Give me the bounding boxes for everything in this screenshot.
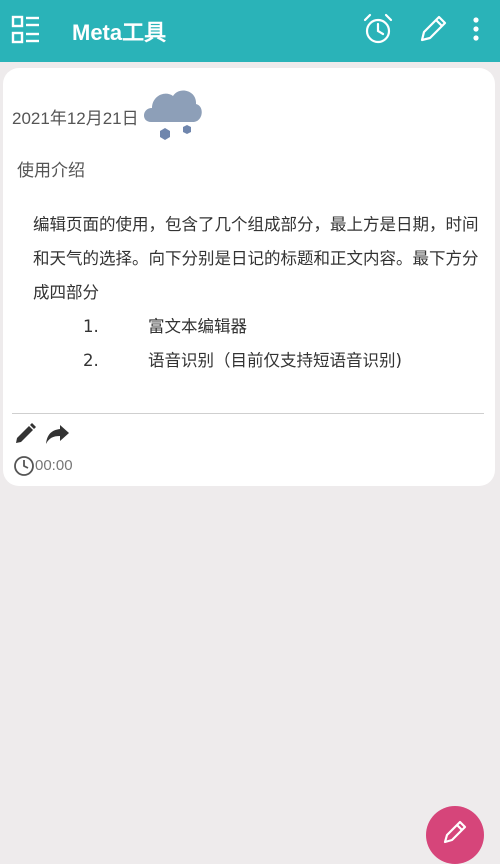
pencil-icon — [443, 820, 467, 844]
share-arrow-icon — [46, 425, 69, 444]
diary-title: 使用介绍 — [17, 161, 85, 181]
list-item: 1. 富文本编辑器 — [33, 310, 483, 344]
alarm-clock-icon — [363, 13, 393, 44]
snow-cloud-icon — [143, 80, 203, 146]
new-entry-button[interactable] — [426, 806, 484, 864]
edit-entry-button[interactable] — [13, 422, 37, 446]
more-vert-icon — [473, 17, 479, 41]
list-item: 2. 语音识别（目前仅支持短语音识别) — [33, 344, 483, 378]
pencil-icon — [16, 423, 36, 443]
share-button[interactable] — [45, 422, 71, 446]
edit-button[interactable] — [417, 13, 449, 45]
recording-duration: 00:00 — [35, 457, 73, 474]
clock-icon — [13, 455, 35, 477]
app-bar: Meta工具 — [0, 0, 500, 62]
list-menu-icon — [11, 15, 39, 44]
diary-card[interactable]: 2021年12月21日 使用介绍 编辑页面的使用，包含了几个组成部分，最上方是日… — [3, 68, 495, 486]
list-item-number: 1. — [83, 317, 99, 336]
pencil-icon — [420, 15, 447, 42]
more-options-button[interactable] — [468, 15, 484, 45]
diary-content[interactable]: 编辑页面的使用，包含了几个组成部分，最上方是日期，时间和天气的选择。向下分别是日… — [33, 208, 483, 378]
content-list: 1. 富文本编辑器 2. 语音识别（目前仅支持短语音识别) — [33, 310, 483, 378]
app-title: Meta工具 — [72, 20, 167, 45]
list-item-number: 2. — [83, 351, 99, 370]
content-paragraph: 编辑页面的使用，包含了几个组成部分，最上方是日期，时间和天气的选择。向下分别是日… — [33, 215, 479, 302]
list-item-text: 语音识别（目前仅支持短语音识别) — [148, 351, 402, 370]
diary-date: 2021年12月21日 — [12, 109, 139, 128]
menu-button[interactable] — [11, 15, 41, 45]
list-item-text: 富文本编辑器 — [148, 317, 247, 336]
alarm-button[interactable] — [362, 13, 394, 45]
divider — [12, 413, 484, 414]
